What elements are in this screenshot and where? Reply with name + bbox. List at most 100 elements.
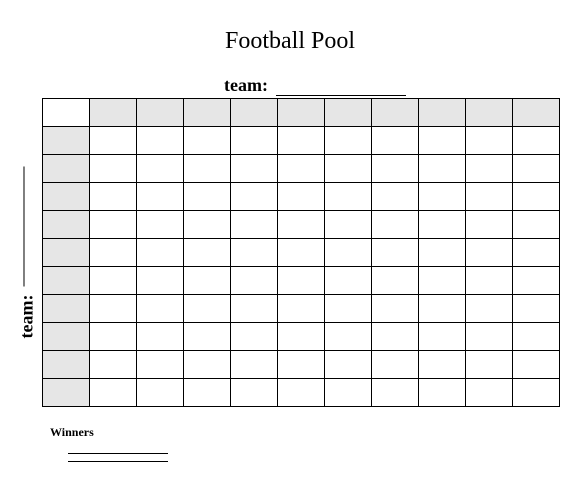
- pool-cell[interactable]: [90, 295, 137, 323]
- pool-cell[interactable]: [90, 183, 137, 211]
- pool-cell[interactable]: [466, 323, 513, 351]
- pool-cell[interactable]: [513, 127, 560, 155]
- pool-cell[interactable]: [184, 267, 231, 295]
- pool-cell[interactable]: [184, 183, 231, 211]
- pool-cell[interactable]: [419, 295, 466, 323]
- pool-cell[interactable]: [184, 211, 231, 239]
- pool-cell[interactable]: [513, 211, 560, 239]
- pool-cell[interactable]: [90, 267, 137, 295]
- pool-cell[interactable]: [372, 323, 419, 351]
- pool-cell[interactable]: [278, 183, 325, 211]
- pool-cell[interactable]: [419, 127, 466, 155]
- pool-cell[interactable]: [419, 379, 466, 407]
- pool-cell[interactable]: [513, 99, 560, 127]
- pool-cell[interactable]: [90, 155, 137, 183]
- pool-cell[interactable]: [184, 351, 231, 379]
- pool-cell[interactable]: [90, 211, 137, 239]
- pool-cell[interactable]: [466, 99, 513, 127]
- pool-cell[interactable]: [90, 351, 137, 379]
- pool-cell[interactable]: [184, 323, 231, 351]
- pool-cell[interactable]: [231, 267, 278, 295]
- pool-cell[interactable]: [325, 323, 372, 351]
- pool-cell[interactable]: [137, 211, 184, 239]
- pool-cell[interactable]: [372, 239, 419, 267]
- pool-cell[interactable]: [184, 127, 231, 155]
- pool-cell[interactable]: [43, 351, 90, 379]
- pool-cell[interactable]: [43, 267, 90, 295]
- pool-cell[interactable]: [43, 127, 90, 155]
- pool-cell[interactable]: [231, 379, 278, 407]
- pool-cell[interactable]: [137, 183, 184, 211]
- pool-cell[interactable]: [419, 267, 466, 295]
- pool-cell[interactable]: [466, 155, 513, 183]
- pool-cell[interactable]: [278, 267, 325, 295]
- pool-cell[interactable]: [137, 295, 184, 323]
- pool-cell[interactable]: [137, 99, 184, 127]
- pool-cell[interactable]: [419, 239, 466, 267]
- side-team-input-line[interactable]: [24, 167, 25, 287]
- pool-cell[interactable]: [372, 183, 419, 211]
- pool-cell[interactable]: [90, 379, 137, 407]
- pool-cell[interactable]: [43, 295, 90, 323]
- pool-cell[interactable]: [43, 183, 90, 211]
- pool-cell[interactable]: [419, 183, 466, 211]
- pool-cell[interactable]: [513, 155, 560, 183]
- pool-cell[interactable]: [513, 295, 560, 323]
- pool-cell[interactable]: [231, 211, 278, 239]
- pool-cell[interactable]: [513, 351, 560, 379]
- top-team-input-line[interactable]: [276, 80, 406, 96]
- pool-cell[interactable]: [278, 211, 325, 239]
- pool-cell[interactable]: [466, 295, 513, 323]
- pool-cell[interactable]: [278, 295, 325, 323]
- pool-cell[interactable]: [184, 239, 231, 267]
- pool-cell[interactable]: [513, 183, 560, 211]
- pool-cell[interactable]: [372, 379, 419, 407]
- pool-cell[interactable]: [419, 323, 466, 351]
- pool-cell[interactable]: [278, 323, 325, 351]
- pool-cell[interactable]: [419, 99, 466, 127]
- pool-cell[interactable]: [231, 323, 278, 351]
- pool-cell[interactable]: [372, 295, 419, 323]
- pool-cell[interactable]: [466, 379, 513, 407]
- pool-cell[interactable]: [231, 155, 278, 183]
- pool-cell[interactable]: [90, 99, 137, 127]
- pool-cell[interactable]: [278, 127, 325, 155]
- pool-cell[interactable]: [466, 127, 513, 155]
- pool-cell[interactable]: [231, 351, 278, 379]
- pool-cell[interactable]: [419, 211, 466, 239]
- pool-cell[interactable]: [466, 351, 513, 379]
- pool-cell[interactable]: [43, 155, 90, 183]
- pool-cell[interactable]: [184, 155, 231, 183]
- pool-cell[interactable]: [90, 239, 137, 267]
- pool-cell[interactable]: [513, 239, 560, 267]
- pool-cell[interactable]: [43, 323, 90, 351]
- pool-cell[interactable]: [278, 239, 325, 267]
- pool-cell[interactable]: [325, 295, 372, 323]
- pool-cell[interactable]: [466, 267, 513, 295]
- pool-cell[interactable]: [325, 127, 372, 155]
- pool-cell[interactable]: [278, 379, 325, 407]
- pool-cell[interactable]: [137, 239, 184, 267]
- pool-cell[interactable]: [184, 379, 231, 407]
- pool-cell[interactable]: [325, 155, 372, 183]
- pool-cell[interactable]: [184, 295, 231, 323]
- pool-cell[interactable]: [372, 127, 419, 155]
- pool-cell[interactable]: [466, 211, 513, 239]
- pool-cell[interactable]: [325, 267, 372, 295]
- pool-cell[interactable]: [137, 379, 184, 407]
- winner-line-1[interactable]: [68, 446, 168, 454]
- pool-cell[interactable]: [90, 323, 137, 351]
- pool-cell[interactable]: [231, 99, 278, 127]
- pool-cell[interactable]: [137, 323, 184, 351]
- pool-cell[interactable]: [372, 211, 419, 239]
- pool-cell[interactable]: [231, 127, 278, 155]
- pool-cell[interactable]: [325, 211, 372, 239]
- pool-cell[interactable]: [43, 99, 90, 127]
- pool-cell[interactable]: [137, 267, 184, 295]
- pool-cell[interactable]: [466, 183, 513, 211]
- pool-cell[interactable]: [278, 351, 325, 379]
- pool-cell[interactable]: [419, 351, 466, 379]
- pool-cell[interactable]: [372, 351, 419, 379]
- pool-cell[interactable]: [466, 239, 513, 267]
- pool-cell[interactable]: [43, 211, 90, 239]
